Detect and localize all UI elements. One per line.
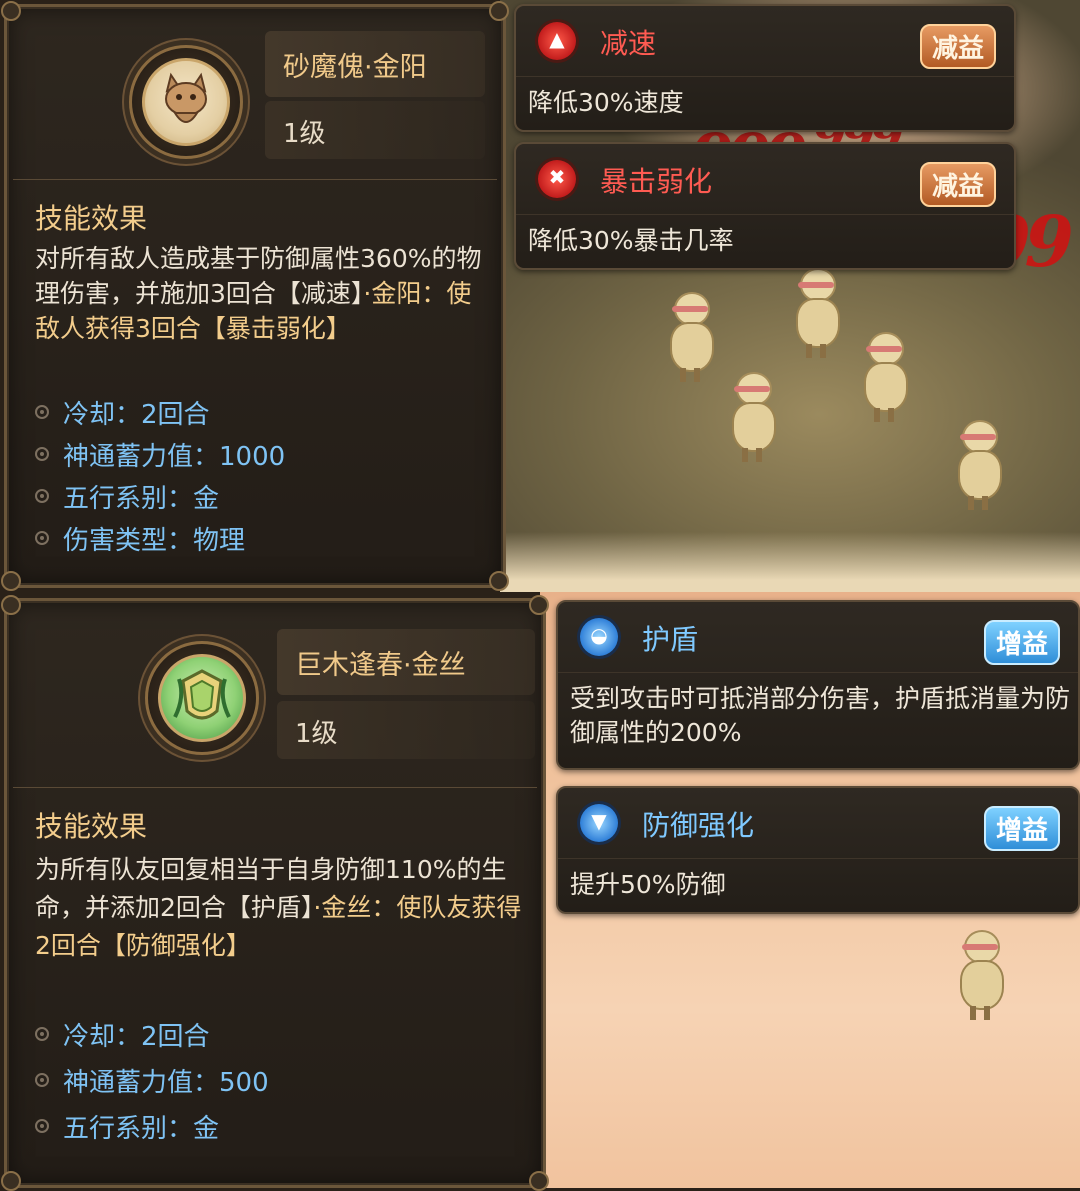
enemy-scarecrow bbox=[956, 420, 1002, 510]
stat-cooldown: 冷却：2回合 bbox=[63, 1021, 210, 1052]
status-title: 防御强化 bbox=[642, 809, 755, 842]
panel-corner-ornament bbox=[1, 1, 21, 21]
skill-name-plate: 砂魔傀·金阳 bbox=[265, 31, 485, 97]
status-card-header: ◒ 护盾 增益 bbox=[558, 602, 1078, 673]
status-card-defense-up: ▼ 防御强化 增益 提升50%防御 bbox=[556, 786, 1080, 914]
stat-element: 五行系别：金 bbox=[63, 1113, 220, 1144]
slow-icon: ▲ bbox=[538, 22, 576, 60]
status-card-header: ▲ 减速 减益 bbox=[516, 6, 1014, 77]
skill-icon-frame bbox=[129, 45, 243, 159]
status-badge: 减益 bbox=[919, 24, 996, 69]
skill-name: 砂魔傀·金阳 bbox=[283, 52, 427, 83]
skill-name-plate: 巨木逢春·金丝 bbox=[277, 629, 535, 695]
skill-panel: 巨木逢春·金丝 1级 技能效果 为所有队友回复相当于自身防御110%的生命，并添… bbox=[1, 595, 549, 1191]
skill-name: 巨木逢春·金丝 bbox=[295, 650, 466, 681]
status-card-slow: ▲ 减速 减益 降低30%速度 bbox=[514, 4, 1016, 132]
bullet-icon bbox=[35, 1119, 49, 1133]
effect-bonus-label: ·金丝： bbox=[313, 893, 397, 922]
status-card-shield: ◒ 护盾 增益 受到攻击时可抵消部分伤害，护盾抵消量为防御属性的200% bbox=[556, 600, 1080, 770]
enemy-scarecrow bbox=[794, 268, 840, 358]
divider bbox=[13, 787, 537, 788]
defense-up-icon: ▼ bbox=[580, 804, 618, 842]
bullet-icon bbox=[35, 1073, 49, 1087]
stat-row: 冷却：2回合 bbox=[35, 391, 285, 433]
divider bbox=[13, 179, 497, 180]
skill-level: 1级 bbox=[295, 719, 338, 749]
panel-corner-ornament bbox=[489, 1, 509, 21]
scene-ground-rim bbox=[500, 532, 1080, 592]
stat-damage-type: 伤害类型：物理 bbox=[63, 525, 246, 556]
skill-panel: 砂魔傀·金阳 1级 技能效果 对所有敌人造成基于防御属性360%的物理伤害，并施… bbox=[1, 1, 509, 591]
status-title: 减速 bbox=[600, 27, 657, 60]
skill-level-plate: 1级 bbox=[277, 701, 535, 759]
stat-row: 五行系别：金 bbox=[35, 1103, 269, 1149]
status-card-header: ✖ 暴击弱化 减益 bbox=[516, 144, 1014, 215]
bullet-icon bbox=[35, 447, 49, 461]
stat-charge: 神通蓄力值：500 bbox=[63, 1067, 269, 1098]
crit-weaken-icon: ✖ bbox=[538, 160, 576, 198]
stat-row: 伤害类型：物理 bbox=[35, 517, 285, 559]
status-badge: 增益 bbox=[983, 806, 1060, 851]
stat-row: 神通蓄力值：500 bbox=[35, 1057, 269, 1103]
stat-row: 神通蓄力值：1000 bbox=[35, 433, 285, 475]
stat-charge: 神通蓄力值：1000 bbox=[63, 441, 286, 472]
enemy-scarecrow bbox=[730, 372, 776, 462]
enemy-scarecrow bbox=[958, 930, 1004, 1020]
effect-description: 对所有敌人造成基于防御属性360%的物理伤害，并施加3回合【减速】·金阳：使敌人… bbox=[35, 241, 495, 346]
stat-row: 冷却：2回合 bbox=[35, 1011, 269, 1057]
panel-corner-ornament bbox=[1, 1171, 21, 1191]
panel-corner-ornament bbox=[489, 571, 509, 591]
stat-element: 五行系别：金 bbox=[63, 483, 220, 514]
sand-puppet-skill-icon bbox=[142, 58, 230, 146]
skill-stats: 冷却：2回合 神通蓄力值：1000 五行系别：金 伤害类型：物理 bbox=[35, 391, 285, 559]
effect-heading: 技能效果 bbox=[35, 810, 148, 843]
status-title: 护盾 bbox=[642, 623, 699, 656]
status-badge: 增益 bbox=[983, 620, 1060, 665]
effect-heading: 技能效果 bbox=[35, 202, 148, 235]
status-description: 降低30%暴击几率 bbox=[528, 226, 734, 255]
enemy-scarecrow bbox=[862, 332, 908, 422]
bullet-icon bbox=[35, 531, 49, 545]
effect-description: 为所有队友回复相当于自身防御110%的生命，并添加2回合【护盾】·金丝：使队友获… bbox=[35, 851, 531, 965]
effect-bonus-label: ·金阳： bbox=[363, 279, 447, 308]
status-card-crit-weaken: ✖ 暴击弱化 减益 降低30%暴击几率 bbox=[514, 142, 1016, 270]
shield-icon: ◒ bbox=[580, 618, 618, 656]
skill-level: 1级 bbox=[283, 119, 326, 149]
status-card-header: ▼ 防御强化 增益 bbox=[558, 788, 1078, 859]
status-description: 降低30%速度 bbox=[528, 88, 684, 117]
panel-corner-ornament bbox=[1, 595, 21, 615]
skill-icon-frame bbox=[145, 641, 259, 755]
status-description: 受到攻击时可抵消部分伤害，护盾抵消量为防御属性的200% bbox=[570, 684, 1071, 747]
status-title: 暴击弱化 bbox=[600, 165, 713, 198]
status-description: 提升50%防御 bbox=[570, 870, 726, 899]
stat-cooldown: 冷却：2回合 bbox=[63, 399, 210, 430]
bullet-icon bbox=[35, 1027, 49, 1041]
skill-level-plate: 1级 bbox=[265, 101, 485, 159]
giant-tree-skill-icon bbox=[158, 654, 246, 742]
panel-corner-ornament bbox=[1, 571, 21, 591]
enemy-scarecrow bbox=[668, 292, 714, 382]
status-badge: 减益 bbox=[919, 162, 996, 207]
panel-corner-ornament bbox=[529, 595, 549, 615]
skill-stats: 冷却：2回合 神通蓄力值：500 五行系别：金 bbox=[35, 1011, 269, 1149]
bullet-icon bbox=[35, 489, 49, 503]
stat-row: 五行系别：金 bbox=[35, 475, 285, 517]
panel-corner-ornament bbox=[529, 1171, 549, 1191]
bullet-icon bbox=[35, 405, 49, 419]
